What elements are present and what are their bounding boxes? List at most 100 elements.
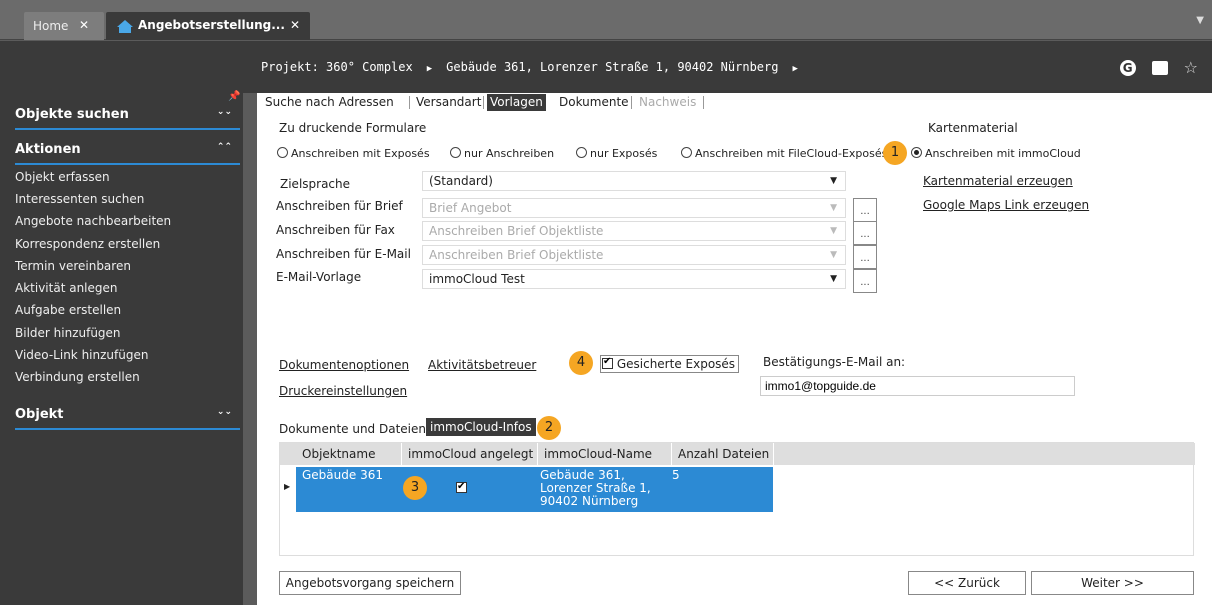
radio-icon — [576, 147, 587, 158]
radio-anschreiben-mit-exposes[interactable]: Anschreiben mit Exposés — [277, 146, 430, 160]
divider — [631, 96, 632, 109]
column-header-anzahl-dateien[interactable]: Anzahl Dateien — [672, 443, 774, 465]
select-value: (Standard) — [429, 174, 493, 188]
sidebar-section-aktionen[interactable]: Aktionen ⌃⌃ — [15, 142, 240, 165]
divider — [703, 96, 704, 109]
breadcrumb-building[interactable]: Gebäude 361, Lorenzer Straße 1, 90402 Nü… — [446, 60, 778, 74]
sidebar-section-objekte-suchen[interactable]: Objekte suchen ⌄⌄ — [15, 107, 240, 130]
field-label-fax: Anschreiben für Fax — [276, 223, 395, 237]
section-label: Aktionen — [15, 142, 81, 157]
table-row[interactable]: Gebäude 361 Gebäude 361, Lorenzer Straße… — [296, 467, 773, 512]
radio-filecloud-exposes[interactable]: Anschreiben mit FileCloud-Exposés — [681, 146, 887, 160]
divider — [409, 96, 410, 109]
zurueck-button[interactable]: << Zurück — [908, 571, 1026, 595]
tab-home[interactable]: Home ✕ — [24, 12, 104, 40]
sidebar: 📌 Objekte suchen ⌄⌄ Aktionen ⌃⌃ Objekt erf… — [0, 91, 243, 605]
sidebar-item-objekt-erfassen[interactable]: Objekt erfassen — [15, 170, 110, 184]
row-pointer-icon: ▶ — [284, 482, 291, 491]
confirm-email-label: Bestätigungs-E-Mail an: — [763, 355, 906, 369]
brief-browse-button[interactable]: ... — [853, 198, 877, 222]
select-value: Anschreiben Brief Objektliste — [429, 248, 604, 262]
sidebar-item-termin-vereinbaren[interactable]: Termin vereinbaren — [15, 259, 131, 273]
radio-label: nur Exposés — [590, 147, 658, 160]
chevron-down-icon: ⌄⌄ — [216, 407, 232, 417]
checkbox-label: Gesicherte Exposés — [616, 357, 736, 371]
tab-angebotserstellung[interactable]: Angebotserstellung... ✕ — [106, 12, 310, 40]
close-icon[interactable]: ✕ — [290, 18, 300, 32]
checkbox-icon — [456, 480, 467, 493]
radio-icon — [450, 147, 461, 158]
column-header-immocloud-angelegt[interactable]: immoCloud angelegt — [402, 443, 538, 465]
divider — [483, 96, 484, 109]
cell-anzahl-dateien: 5 — [672, 468, 680, 482]
radio-anschreiben-mit-immocloud[interactable]: Anschreiben mit immoCloud — [911, 146, 1081, 160]
chevron-down-icon: ▼ — [830, 226, 837, 236]
sidebar-item-interessenten-suchen[interactable]: Interessenten suchen — [15, 192, 144, 206]
select-value: Anschreiben Brief Objektliste — [429, 224, 604, 238]
sidebar-item-video-link[interactable]: Video-Link hinzufügen — [15, 348, 148, 362]
aktivitaetsbetreuer-link[interactable]: Aktivitätsbetreuer — [428, 358, 536, 372]
tab-vorlagen[interactable]: Vorlagen — [487, 94, 546, 111]
anschreiben-email-select[interactable]: Anschreiben Brief Objektliste ▼ — [422, 245, 846, 265]
chevron-down-icon: ▼ — [830, 274, 837, 284]
druckereinstellungen-link[interactable]: Druckereinstellungen — [279, 384, 407, 398]
google-maps-link[interactable]: Google Maps Link erzeugen — [923, 198, 1089, 212]
select-value: Brief Angebot — [429, 201, 512, 215]
radio-label: nur Anschreiben — [464, 147, 555, 160]
header-bar: Projekt: 360° Complex ▶ Gebäude 361, Loren… — [0, 41, 1212, 93]
tab-suche-nach-adressen[interactable]: Suche nach Adressen — [262, 94, 397, 111]
tab-angebot-label: Angebotserstellung... — [138, 18, 285, 32]
field-label-email-vorlage: E-Mail-Vorlage — [276, 270, 362, 284]
header-icons: G ☆ — [1119, 58, 1198, 77]
grid-header: Objektname immoCloud angelegt immoCloud-… — [280, 443, 1195, 465]
chevron-right-icon[interactable]: ▶ — [792, 64, 797, 74]
sidebar-item-angebote-nachbearbeiten[interactable]: Angebote nachbearbeiten — [15, 214, 171, 228]
weiter-button[interactable]: Weiter >> — [1031, 571, 1194, 595]
pin-icon[interactable]: 📌 — [228, 91, 240, 102]
confirm-email-input[interactable] — [760, 376, 1075, 396]
email-vorlage-select[interactable]: immoCloud Test ▼ — [422, 269, 846, 289]
angebotsvorgang-speichern-button[interactable]: Angebotsvorgang speichern — [279, 571, 461, 595]
column-header-immocloud-name[interactable]: immoCloud-Name — [538, 443, 672, 465]
google-icon[interactable]: G — [1119, 59, 1136, 76]
section-label: Objekt — [15, 407, 64, 422]
select-value: immoCloud Test — [429, 272, 525, 286]
checkbox-icon — [602, 356, 613, 369]
email-browse-button[interactable]: ... — [853, 245, 877, 269]
radio-label: Anschreiben mit immoCloud — [925, 147, 1081, 160]
tab-home-label: Home — [33, 19, 69, 33]
tab-dokumente-und-dateien[interactable]: Dokumente und Dateien — [279, 422, 426, 436]
callout-badge-3: 3 — [403, 476, 427, 500]
star-icon[interactable]: ☆ — [1184, 58, 1198, 77]
radio-nur-exposes[interactable]: nur Exposés — [576, 146, 657, 160]
tab-nachweis[interactable]: Nachweis — [636, 94, 699, 111]
sidebar-item-verbindung-erstellen[interactable]: Verbindung erstellen — [15, 370, 140, 384]
sidebar-item-bilder-hinzufuegen[interactable]: Bilder hinzufügen — [15, 326, 121, 340]
zielsprache-select[interactable]: (Standard) ▼ — [422, 171, 846, 191]
breadcrumb-project[interactable]: Projekt: 360° Complex — [261, 60, 413, 74]
fax-browse-button[interactable]: ... — [853, 221, 877, 245]
kartenmaterial-erzeugen-link[interactable]: Kartenmaterial erzeugen — [923, 174, 1073, 188]
tab-menu-icon[interactable]: ▼ — [1196, 15, 1204, 26]
radio-icon — [911, 147, 922, 158]
close-icon[interactable]: ✕ — [79, 18, 89, 32]
anschreiben-brief-select[interactable]: Brief Angebot ▼ — [422, 198, 846, 218]
splitter[interactable] — [243, 93, 257, 605]
sidebar-item-aufgabe-erstellen[interactable]: Aufgabe erstellen — [15, 303, 121, 317]
vorlage-browse-button[interactable]: ... — [853, 269, 877, 293]
anschreiben-fax-select[interactable]: Anschreiben Brief Objektliste ▼ — [422, 221, 846, 241]
sidebar-section-objekt[interactable]: Objekt ⌄⌄ — [15, 407, 240, 430]
portal-icon[interactable] — [1151, 60, 1168, 75]
sidebar-item-aktivitaet-anlegen[interactable]: Aktivität anlegen — [15, 281, 118, 295]
column-header-objektname[interactable]: Objektname — [296, 443, 402, 465]
chevron-down-icon: ▼ — [830, 203, 837, 213]
tab-versandart[interactable]: Versandart — [413, 94, 484, 111]
chevron-up-icon: ⌃⌃ — [216, 142, 232, 152]
tab-immocloud-infos[interactable]: immoCloud-Infos — [426, 418, 536, 436]
cell-immocloud-angelegt[interactable] — [456, 480, 467, 495]
tab-dokumente[interactable]: Dokumente — [556, 94, 632, 111]
radio-nur-anschreiben[interactable]: nur Anschreiben — [450, 146, 554, 160]
dokumentenoptionen-link[interactable]: Dokumentenoptionen — [279, 358, 409, 372]
gesicherte-exposes-checkbox[interactable]: Gesicherte Exposés — [600, 355, 740, 373]
sidebar-item-korrespondenz-erstellen[interactable]: Korrespondenz erstellen — [15, 237, 160, 251]
